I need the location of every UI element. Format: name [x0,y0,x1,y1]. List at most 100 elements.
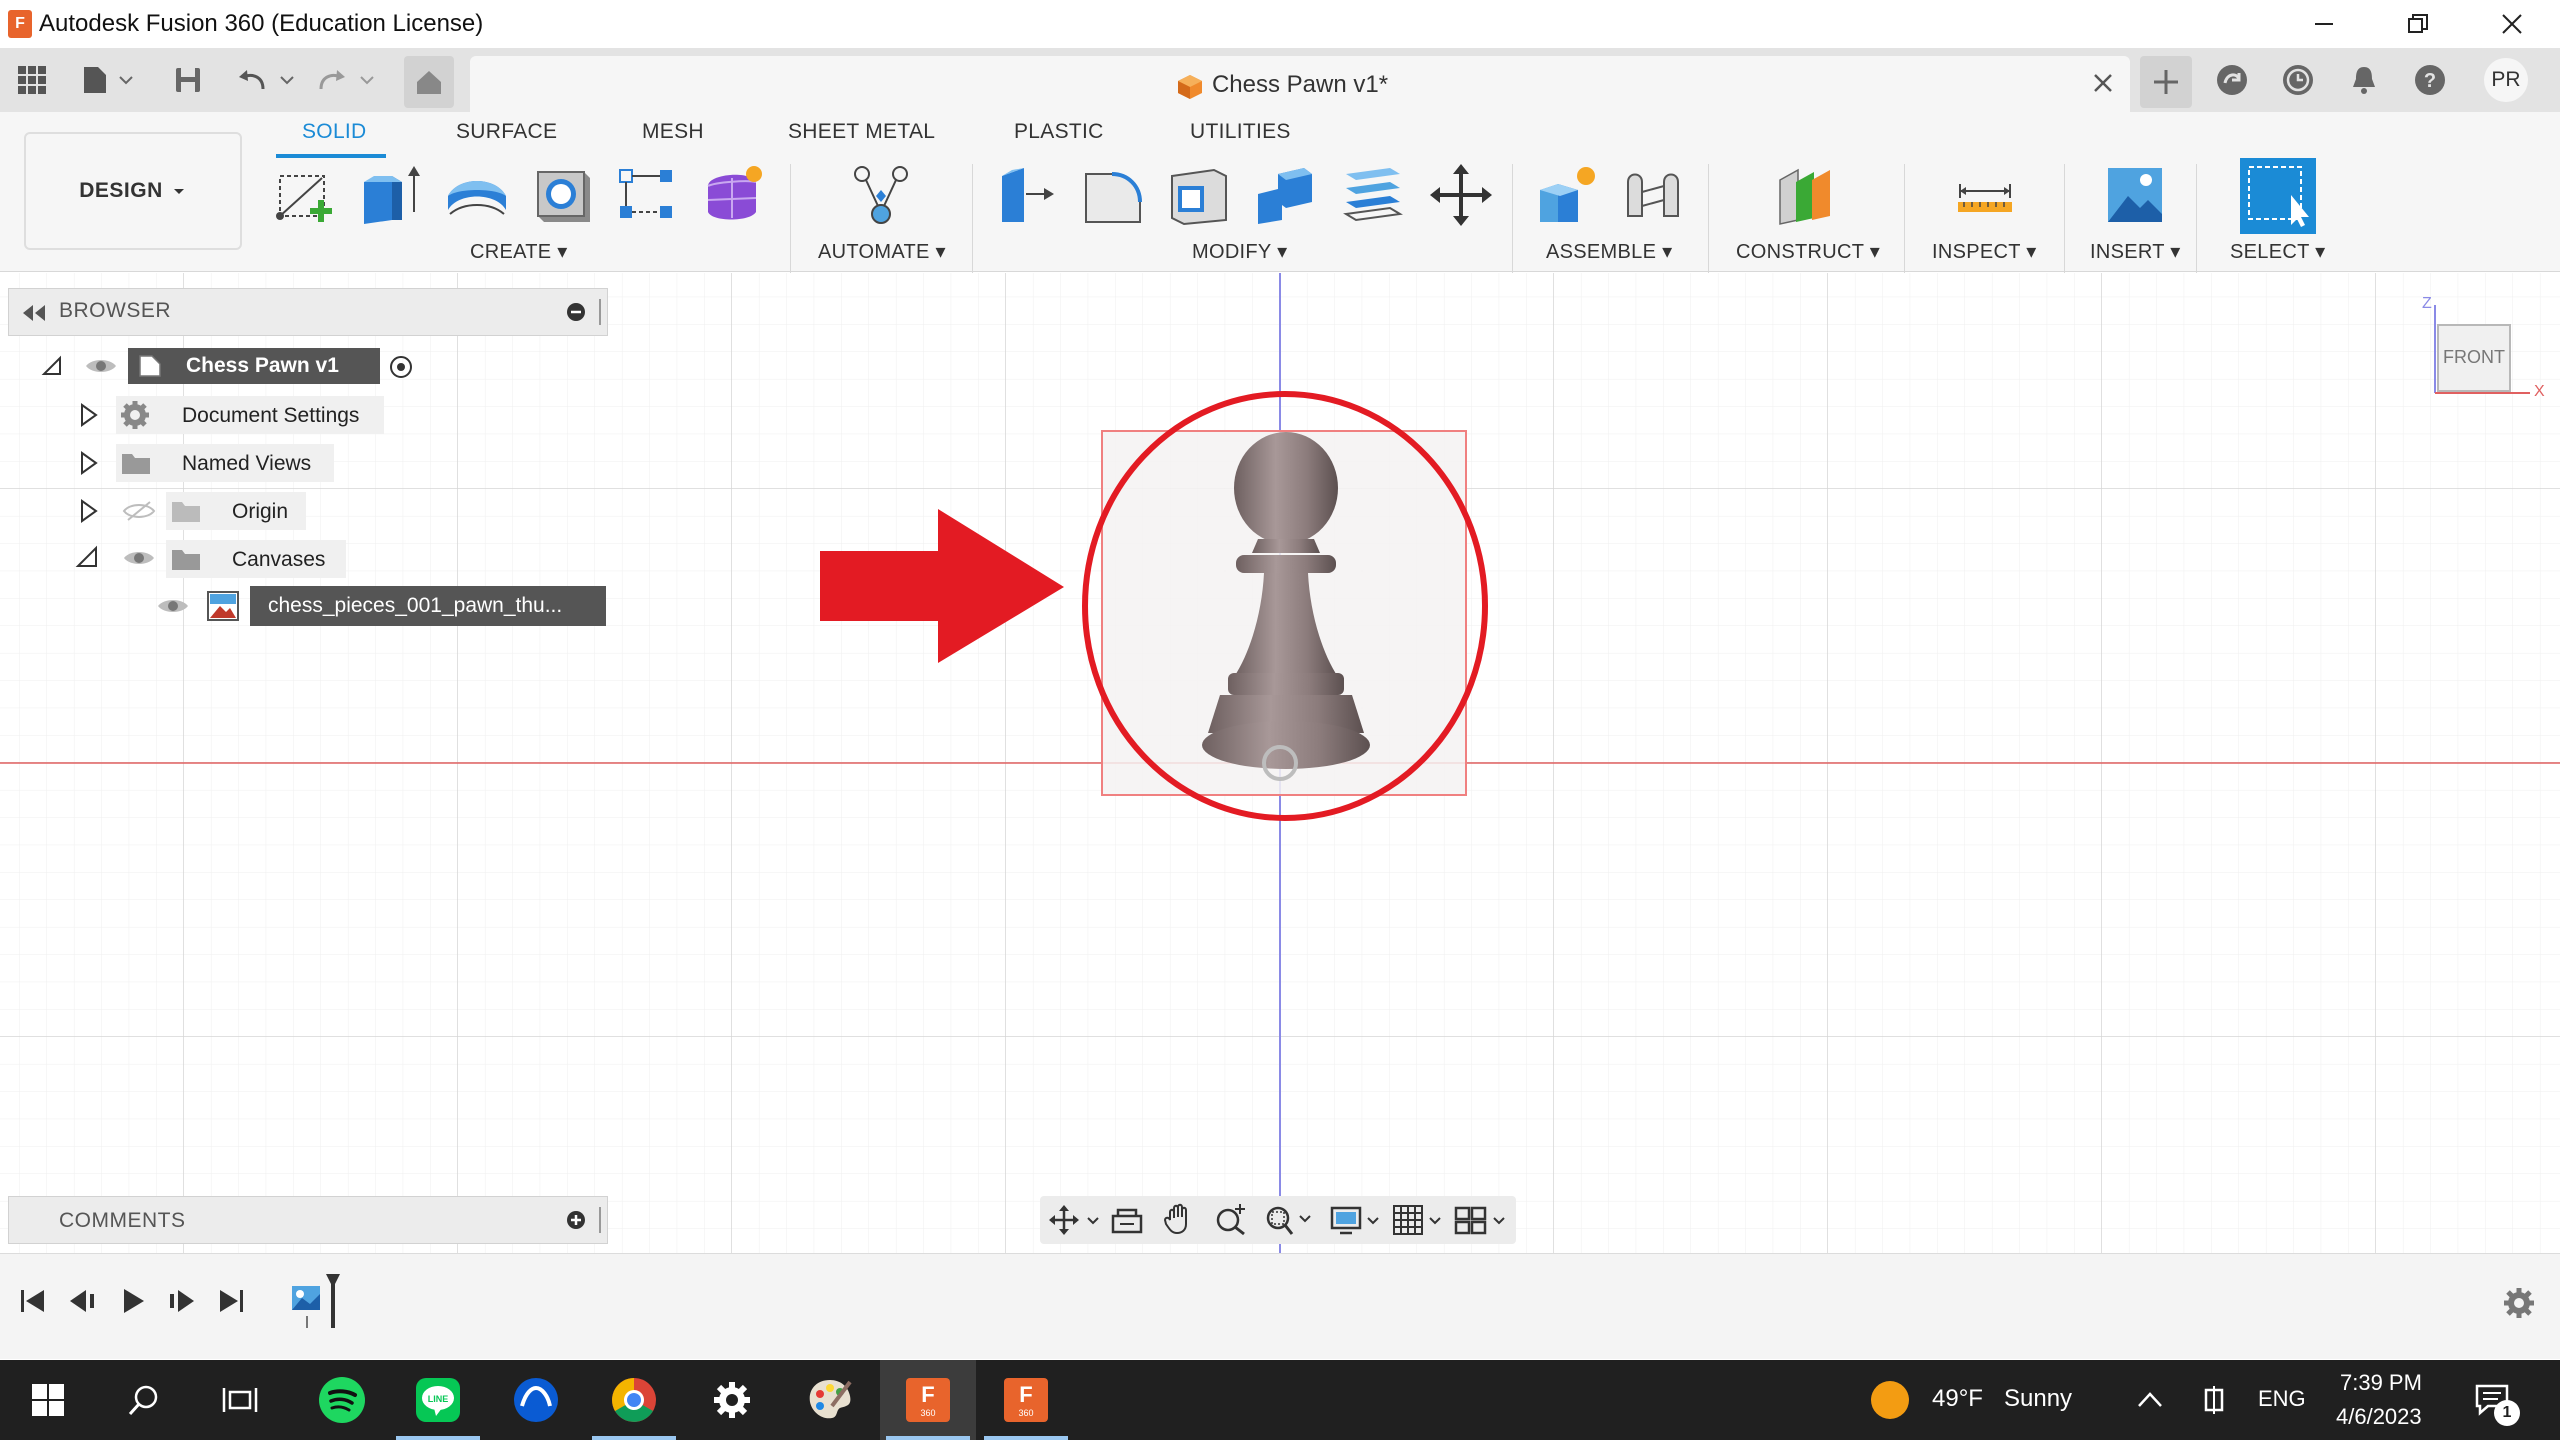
collapse-triangle-icon[interactable] [40,354,64,378]
document-tab[interactable]: Chess Pawn v1* [470,56,2130,112]
eye-icon[interactable] [84,356,118,376]
weather-temp[interactable]: 49°F [1932,1385,1983,1413]
user-avatar[interactable]: PR [2484,58,2528,102]
close-tab-button[interactable] [2088,68,2118,98]
design-canvas[interactable]: Z X FRONT [0,273,2560,1253]
offset-face-button[interactable] [1338,160,1408,230]
taskbar-fusion-360[interactable]: F 360 [978,1360,1074,1440]
timeline-canvas-feature[interactable] [290,1282,322,1314]
taskbar-spotify[interactable] [294,1360,390,1440]
press-pull-button[interactable] [992,160,1062,230]
tab-utilities[interactable]: UTILITIES [1190,120,1291,144]
construct-menu[interactable]: CONSTRUCT ▾ [1736,239,1880,264]
eye-icon[interactable] [122,548,156,568]
plus-circle-icon[interactable] [565,1209,587,1231]
play-icon[interactable] [118,1286,148,1316]
zoom-window-icon[interactable] [1264,1202,1312,1238]
browser-item-canvases[interactable]: Canvases [166,540,346,578]
new-component-button[interactable] [1532,160,1602,230]
gear-icon[interactable] [2502,1286,2536,1320]
timeline-marker[interactable] [331,1284,335,1328]
undo-button[interactable] [234,60,300,100]
modify-menu[interactable]: MODIFY ▾ [1192,239,1287,264]
panel-grip[interactable] [599,1207,602,1233]
pan-hand-icon[interactable] [1162,1202,1196,1236]
browser-item-canvas-image[interactable]: chess_pieces_001_pawn_thu... [250,586,606,626]
panel-grip[interactable] [599,299,602,325]
fillet-button[interactable] [1078,160,1148,230]
view-cube[interactable]: Z X FRONT [2410,295,2550,415]
start-button[interactable] [0,1360,96,1440]
collapse-triangle-icon[interactable] [74,544,100,570]
step-forward-icon[interactable] [166,1286,196,1316]
offset-plane-button[interactable] [1770,160,1840,230]
eye-hidden-icon[interactable] [122,500,156,522]
inspect-menu[interactable]: INSPECT ▾ [1932,239,2037,264]
revolve-button[interactable] [442,160,512,230]
taskbar-chrome[interactable] [586,1360,682,1440]
assemble-menu[interactable]: ASSEMBLE ▾ [1546,239,1672,264]
create-menu[interactable]: CREATE ▾ [470,239,568,264]
orbit-icon[interactable] [1048,1204,1100,1236]
workspace-switcher[interactable]: DESIGN [24,132,242,250]
view-cube-face-front[interactable]: FRONT [2440,347,2508,368]
search-button[interactable] [96,1360,192,1440]
create-sketch-button[interactable] [270,160,340,230]
redo-button[interactable] [314,60,380,100]
expand-triangle-icon[interactable] [78,498,100,524]
file-menu-button[interactable] [78,60,138,100]
pattern-button[interactable] [612,160,682,230]
tab-sheet-metal[interactable]: SHEET METAL [788,120,935,144]
skip-to-end-icon[interactable] [216,1286,246,1316]
step-back-icon[interactable] [68,1286,98,1316]
new-tab-button[interactable] [2140,56,2192,108]
comments-panel-header[interactable]: COMMENTS [8,1196,608,1244]
notifications-button[interactable] [2342,58,2386,102]
zoom-icon[interactable] [1214,1202,1250,1236]
clock-date[interactable]: 4/6/2023 [2336,1404,2422,1430]
create-form-button[interactable] [698,160,768,230]
browser-item-origin[interactable]: Origin [166,492,306,530]
select-menu[interactable]: SELECT ▾ [2230,239,2325,264]
joint-button[interactable] [1618,160,1688,230]
browser-item-document-settings[interactable]: Document Settings [116,396,384,434]
move-copy-button[interactable] [1426,160,1496,230]
taskbar-fusion-360-active[interactable]: F 360 [880,1360,976,1440]
extrude-button[interactable] [356,160,426,230]
tab-mesh[interactable]: MESH [642,120,704,144]
minus-circle-icon[interactable] [565,301,587,323]
eye-icon[interactable] [156,596,190,616]
combine-button[interactable] [1250,160,1320,230]
browser-panel-header[interactable]: BROWSER [8,288,608,336]
tab-solid[interactable]: SOLID [302,120,367,144]
look-at-icon[interactable] [1110,1204,1144,1236]
clock-time[interactable]: 7:39 PM [2340,1370,2422,1396]
extensions-button[interactable] [2210,58,2254,102]
taskbar-line[interactable]: LINE [390,1360,486,1440]
data-panel-button[interactable] [12,60,52,100]
grid-settings-icon[interactable] [1392,1204,1444,1236]
activate-radio-icon[interactable] [388,354,414,380]
skip-to-start-icon[interactable] [18,1286,48,1316]
taskbar-paint[interactable] [782,1360,878,1440]
insert-canvas-button[interactable] [2100,160,2170,230]
viewports-icon[interactable] [1454,1204,1510,1236]
insert-menu[interactable]: INSERT ▾ [2090,239,2181,264]
close-window-button[interactable] [2480,4,2544,44]
expand-triangle-icon[interactable] [78,450,100,476]
hole-button[interactable] [528,160,598,230]
job-status-button[interactable] [2276,58,2320,102]
expand-triangle-icon[interactable] [78,402,100,428]
measure-button[interactable] [1950,160,2020,230]
tab-surface[interactable]: SURFACE [456,120,557,144]
network-icon[interactable] [2200,1384,2228,1416]
browser-root-node[interactable]: Chess Pawn v1 [128,348,380,384]
task-view-button[interactable] [192,1360,288,1440]
help-button[interactable]: ? [2408,58,2452,102]
taskbar-app-blue[interactable] [488,1360,584,1440]
restore-button[interactable] [2386,4,2450,44]
chevron-up-icon[interactable] [2136,1388,2164,1412]
collapse-panel-icon[interactable] [21,303,47,323]
input-language[interactable]: ENG [2258,1386,2306,1412]
minimize-button[interactable] [2292,4,2356,44]
